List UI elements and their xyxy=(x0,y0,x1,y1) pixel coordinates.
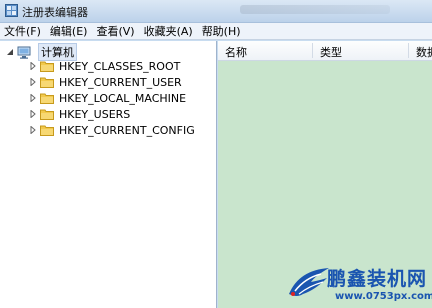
tree-item-label: HKEY_CURRENT_USER xyxy=(59,75,182,89)
registry-editor-icon xyxy=(5,4,18,17)
tree-item-hkey-current-user[interactable]: HKEY_CURRENT_USER xyxy=(28,74,182,90)
expand-arrow-icon[interactable] xyxy=(28,78,37,87)
folder-icon xyxy=(40,77,54,88)
column-divider[interactable] xyxy=(408,43,409,58)
watermark-url: www.0753px.com xyxy=(335,291,432,302)
tree-item-hkey-classes-root[interactable]: HKEY_CLASSES_ROOT xyxy=(28,58,180,74)
tree-item-hkey-local-machine[interactable]: HKEY_LOCAL_MACHINE xyxy=(28,90,186,106)
column-header-type[interactable]: 类型 xyxy=(320,44,342,60)
computer-icon xyxy=(17,46,31,59)
tree-item-label: HKEY_USERS xyxy=(59,107,131,121)
column-divider[interactable] xyxy=(312,43,313,58)
collapse-arrow-icon[interactable] xyxy=(5,48,14,57)
key-tree-pane[interactable]: 计算机 HKEY_CLASSES_ROOT HKEY_CURRENT_USER … xyxy=(0,41,217,308)
menu-edit[interactable]: 编辑(E) xyxy=(50,23,88,39)
title-bar: 注册表编辑器 xyxy=(0,0,432,23)
tree-item-label: HKEY_CURRENT_CONFIG xyxy=(59,123,195,137)
blurred-title-area xyxy=(240,5,390,14)
folder-icon xyxy=(40,109,54,120)
expand-arrow-icon[interactable] xyxy=(28,62,37,71)
window-title: 注册表编辑器 xyxy=(22,6,88,19)
expand-arrow-icon[interactable] xyxy=(28,126,37,135)
folder-icon xyxy=(40,61,54,72)
watermark-title: 鹏鑫装机网 xyxy=(327,268,428,290)
folder-icon xyxy=(40,125,54,136)
tree-item-label: HKEY_CLASSES_ROOT xyxy=(59,59,181,73)
menu-bar: 文件(F) 编辑(E) 查看(V) 收藏夹(A) 帮助(H) xyxy=(0,23,432,40)
expand-arrow-icon[interactable] xyxy=(28,110,37,119)
tree-item-label: HKEY_LOCAL_MACHINE xyxy=(59,91,187,105)
menu-help[interactable]: 帮助(H) xyxy=(202,23,241,39)
tree-item-hkey-current-config[interactable]: HKEY_CURRENT_CONFIG xyxy=(28,122,195,138)
folder-icon xyxy=(40,93,54,104)
tree-item-hkey-users[interactable]: HKEY_USERS xyxy=(28,106,130,122)
eagle-logo-icon xyxy=(289,268,329,296)
site-watermark: 鹏鑫装机网 www.0753px.com xyxy=(285,262,432,308)
menu-favorites[interactable]: 收藏夹(A) xyxy=(144,23,193,39)
menu-view[interactable]: 查看(V) xyxy=(96,23,134,39)
menu-file[interactable]: 文件(F) xyxy=(4,23,41,39)
column-header-name[interactable]: 名称 xyxy=(225,44,247,60)
column-header-data[interactable]: 数据 xyxy=(416,44,432,60)
list-header: 名称 类型 数据 xyxy=(218,41,432,61)
expand-arrow-icon[interactable] xyxy=(28,94,37,103)
